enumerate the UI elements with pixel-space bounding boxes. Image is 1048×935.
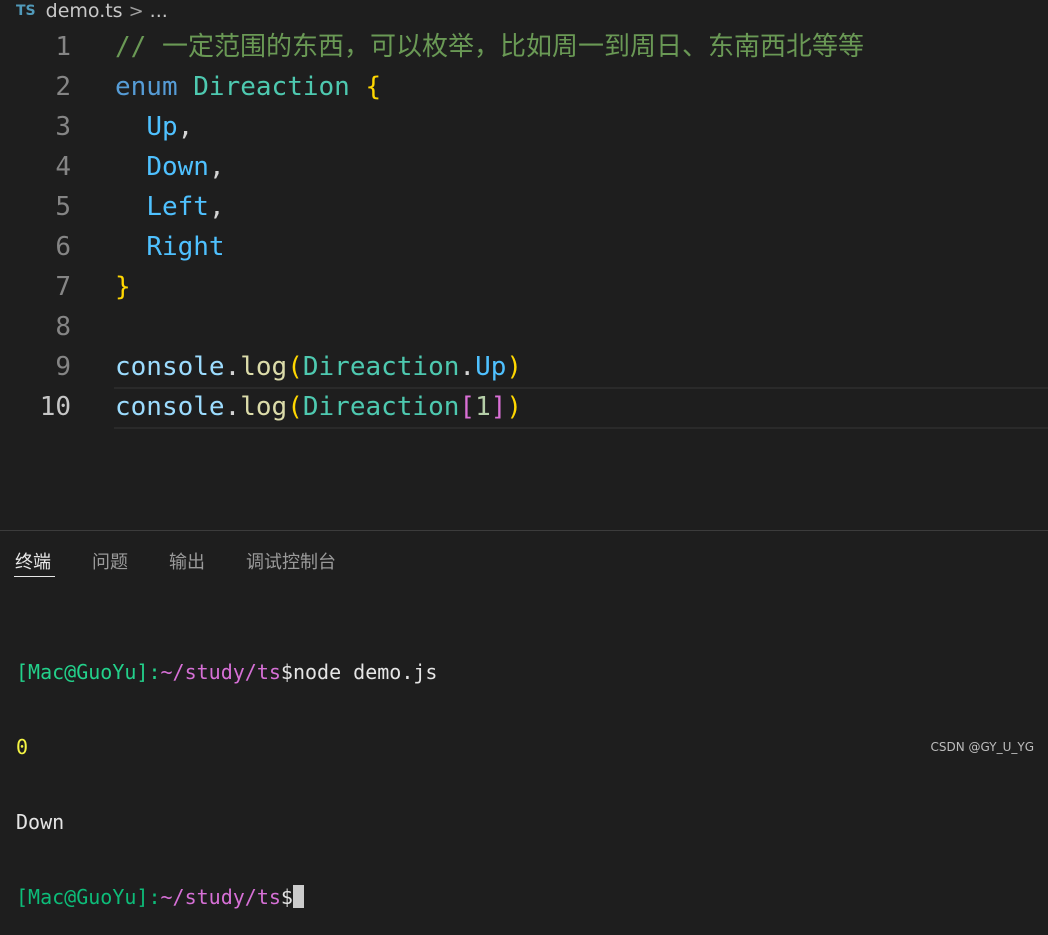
watermark: CSDN @GY_U_YG: [930, 740, 1034, 754]
code-content: Right: [115, 227, 225, 267]
code-line[interactable]: 9 console.log(Direaction.Up): [0, 347, 1048, 387]
code-token: Direaction: [302, 352, 460, 382]
code-line[interactable]: 4 Down,: [0, 147, 1048, 187]
code-token: {: [365, 72, 382, 102]
code-line[interactable]: 6 Right: [0, 227, 1048, 267]
terminal[interactable]: [Mac@GuoYu]:~/study/ts$node demo.js 0 Do…: [16, 610, 1036, 935]
terminal-prompt-symbol: $: [280, 885, 293, 909]
terminal-command: node demo.js: [292, 660, 438, 684]
code-token: .: [224, 392, 241, 422]
code-token: log: [240, 352, 288, 382]
code-token: log: [240, 392, 288, 422]
code-content: console.log(Direaction.Up): [115, 347, 522, 387]
terminal-prompt-path: ~/study/ts: [160, 885, 281, 909]
code-content: Down,: [115, 147, 225, 187]
code-token: ): [506, 392, 523, 422]
panel-tabs: 终端 问题 输出 调试控制台: [0, 531, 1048, 586]
terminal-prompt-symbol: $: [280, 660, 293, 684]
code-token: Left: [146, 192, 209, 222]
code-token: }: [115, 272, 131, 302]
terminal-output-line: Down: [16, 810, 65, 834]
code-token: (: [287, 352, 303, 382]
code-editor[interactable]: 1 // 一定范围的东西，可以枚举，比如周一到周日、东南西北等等 2 enum Dir…: [0, 27, 1048, 507]
line-number: 4: [55, 152, 71, 182]
code-content: Left,: [115, 187, 225, 227]
terminal-prompt-path: ~/study/ts: [160, 660, 281, 684]
code-line[interactable]: 10 console.log(Direaction[1]): [0, 387, 1048, 427]
code-token: (: [287, 392, 303, 422]
line-number: 6: [55, 232, 71, 262]
line-number: 7: [55, 272, 71, 302]
line-number: 9: [55, 352, 71, 382]
code-token: enum: [115, 72, 178, 102]
code-token: ,: [208, 192, 225, 222]
code-token: // 一定范围的东西，可以枚举，比如周一到周日、东南西北等等: [115, 32, 864, 62]
code-line[interactable]: 2 enum Direaction {: [0, 67, 1048, 107]
code-token: ): [506, 352, 523, 382]
line-number: 10: [39, 392, 71, 422]
code-token: Direaction: [193, 72, 350, 102]
chevron-right-icon: >: [128, 0, 144, 22]
breadcrumb: TS demo.ts > ...: [0, 0, 1048, 22]
code-token: Down: [146, 152, 209, 182]
code-token: console: [115, 352, 225, 382]
code-token: .: [459, 352, 476, 382]
typescript-file-icon: TS: [16, 3, 36, 19]
code-token: 1: [475, 392, 491, 422]
line-number: 3: [55, 112, 71, 142]
code-token: Direaction: [302, 392, 460, 422]
terminal-line-command: [Mac@GuoYu]:~/study/ts$node demo.js: [16, 660, 1036, 685]
code-token: Up: [475, 352, 507, 382]
code-line[interactable]: 3 Up,: [0, 107, 1048, 147]
tab-problems[interactable]: 问题: [92, 548, 128, 574]
terminal-cursor: [292, 885, 304, 908]
breadcrumb-file[interactable]: demo.ts: [46, 0, 123, 22]
tab-debug-console[interactable]: 调试控制台: [246, 548, 336, 574]
code-token: console: [115, 392, 225, 422]
code-line[interactable]: 5 Left,: [0, 187, 1048, 227]
terminal-prompt-user: [Mac@GuoYu]:: [16, 660, 161, 684]
code-token: ,: [177, 112, 194, 142]
code-line[interactable]: 8: [0, 307, 1048, 347]
breadcrumb-symbols[interactable]: ...: [150, 0, 168, 22]
active-tab-indicator: [14, 576, 55, 577]
code-content: enum Direaction {: [115, 67, 381, 107]
code-line[interactable]: 1 // 一定范围的东西，可以枚举，比如周一到周日、东南西北等等: [0, 27, 1048, 67]
line-number: 8: [55, 312, 71, 342]
line-number: 5: [55, 192, 71, 222]
code-token: Up: [146, 112, 178, 142]
code-token: ]: [490, 392, 507, 422]
code-line[interactable]: 7}: [0, 267, 1048, 307]
line-number: 1: [55, 32, 71, 62]
code-content: }: [115, 267, 131, 307]
tab-output[interactable]: 输出: [169, 548, 205, 574]
code-content: console.log(Direaction[1]): [115, 387, 522, 427]
terminal-output-line: 0: [16, 735, 29, 759]
terminal-prompt-user: [Mac@GuoYu]:: [16, 885, 161, 909]
code-token: ,: [208, 152, 225, 182]
code-content: Up,: [115, 107, 193, 147]
terminal-line-prompt: [Mac@GuoYu]:~/study/ts$: [16, 885, 1036, 910]
code-token: [: [459, 392, 476, 422]
line-number: 2: [55, 72, 71, 102]
code-token: Right: [146, 232, 225, 262]
tab-terminal[interactable]: 终端: [15, 548, 51, 574]
code-token: .: [224, 352, 241, 382]
code-content: // 一定范围的东西，可以枚举，比如周一到周日、东南西北等等: [115, 27, 864, 67]
